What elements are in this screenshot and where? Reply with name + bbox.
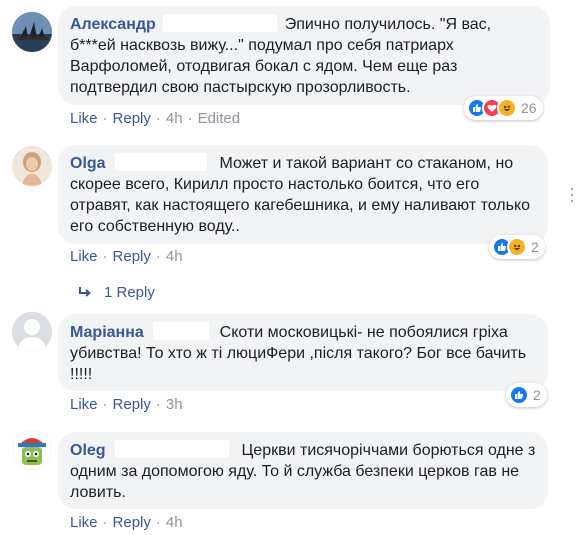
view-replies-link[interactable]: 1 Reply: [78, 284, 155, 301]
comment-actions: Like · Reply · 4h: [70, 248, 183, 265]
redacted-name: [153, 322, 210, 340]
timestamp[interactable]: 3h: [166, 396, 183, 413]
comment-author[interactable]: Маріанна: [70, 324, 144, 341]
avatar[interactable]: [12, 312, 52, 352]
separator: ·: [155, 514, 161, 531]
comment-author[interactable]: Александр: [70, 16, 156, 33]
like-link[interactable]: Like: [70, 110, 98, 127]
replies-count[interactable]: 1 Reply: [104, 284, 155, 301]
like-link[interactable]: Like: [70, 248, 98, 265]
separator: ·: [155, 248, 161, 265]
reply-link[interactable]: Reply: [113, 248, 151, 265]
like-link[interactable]: Like: [70, 396, 98, 413]
comment-actions: Like · Reply · 4h: [70, 514, 183, 531]
comment-bubble: Olga Может и такой вариант со стаканом, …: [58, 145, 548, 244]
edited-label[interactable]: Edited: [198, 110, 241, 127]
redacted-name: [115, 153, 208, 171]
timestamp[interactable]: 4h: [166, 248, 183, 265]
reaction-summary[interactable]: 26: [464, 96, 543, 120]
reaction-count: 2: [531, 239, 539, 255]
reaction-count: 2: [533, 387, 541, 403]
reaction-summary[interactable]: 2: [506, 383, 547, 407]
like-icon: [509, 385, 529, 405]
separator: ·: [102, 248, 108, 265]
haha-icon: [497, 98, 517, 118]
more-options-icon[interactable]: · · ·: [568, 179, 576, 209]
redacted-name: [115, 440, 230, 458]
haha-icon: [507, 237, 527, 257]
reaction-summary[interactable]: 2: [489, 235, 545, 259]
avatar[interactable]: [12, 146, 52, 186]
like-link[interactable]: Like: [70, 514, 98, 531]
separator: ·: [102, 396, 108, 413]
timestamp[interactable]: 4h: [166, 514, 183, 531]
comment-actions: Like · Reply · 4h · Edited: [70, 110, 240, 127]
comment-bubble: Oleg Церкви тисячоріччами борються одне …: [58, 432, 548, 509]
comment-author[interactable]: Olga: [70, 155, 106, 172]
separator: ·: [187, 110, 193, 127]
separator: ·: [155, 110, 161, 127]
avatar[interactable]: [12, 12, 52, 52]
comment-bubble: Александр Эпично получилось. "Я вас, б**…: [58, 6, 550, 105]
reply-link[interactable]: Reply: [113, 110, 151, 127]
separator: ·: [155, 396, 161, 413]
comment-actions: Like · Reply · 3h: [70, 396, 183, 413]
reply-link[interactable]: Reply: [113, 514, 151, 531]
separator: ·: [102, 110, 108, 127]
redacted-name: [163, 14, 278, 32]
timestamp[interactable]: 4h: [166, 110, 183, 127]
reply-arrow-icon: [79, 287, 92, 297]
comment-author[interactable]: Oleg: [70, 442, 106, 459]
comments-page: Александр Эпично получилось. "Я вас, б**…: [0, 0, 582, 535]
separator: ·: [102, 514, 108, 531]
reaction-count: 26: [521, 100, 537, 116]
reply-link[interactable]: Reply: [113, 396, 151, 413]
avatar[interactable]: [12, 430, 52, 470]
comment-bubble: Маріанна Скоти московицькі- не побоялися…: [58, 314, 548, 391]
